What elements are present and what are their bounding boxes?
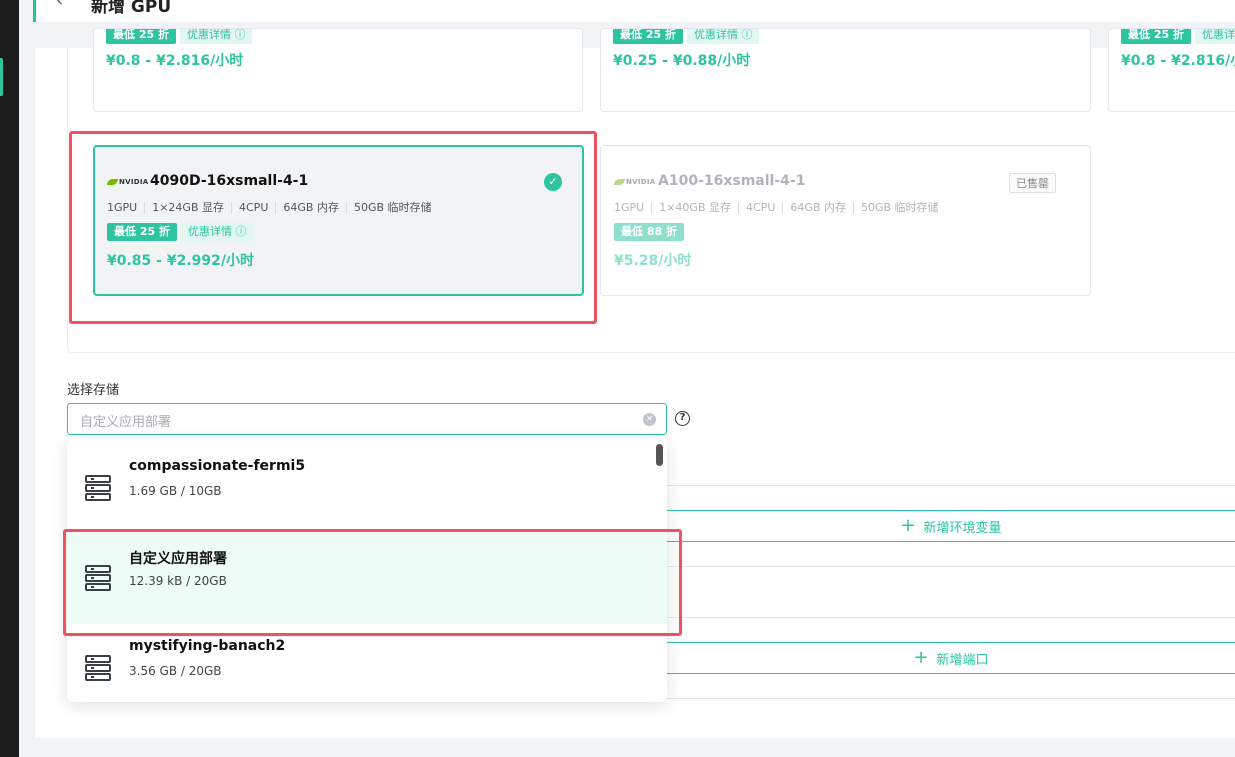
divider	[667, 566, 1235, 567]
storage-select-placeholder: 自定义应用部署	[80, 415, 172, 430]
gpu-price: ¥0.8 - ¥2.816/小时	[106, 53, 244, 69]
page-header: ‹ 新增 GPU	[33, 0, 1235, 22]
gpu-selection-panel: 最低 25 折 优惠详情 ⓘ ¥0.8 - ¥2.816/小时 最低 25 折 …	[67, 28, 1235, 353]
discount-detail-link[interactable]: 优惠详情 ⓘ	[180, 223, 254, 241]
gpu-specs: 1GPU 1×24GB 显存 4CPU 64GB 内存 50GB 临时存储	[107, 202, 439, 214]
storage-label: 选择存储	[67, 383, 120, 398]
gpu-card-a100[interactable]: NVIDIA A100-16xsmall-4-1 已售罄 1GPU 1×40GB…	[600, 145, 1091, 296]
discount-badge: 最低 25 折	[613, 29, 683, 44]
plus-icon: +	[900, 515, 916, 536]
discount-detail-link[interactable]: 优惠详情 ⓘ	[179, 29, 253, 44]
divider	[667, 698, 1235, 699]
gpu-name: 4090D-16xsmall-4-1	[150, 173, 309, 189]
discount-badge: 最低 88 折	[614, 223, 684, 241]
add-port-button[interactable]: + 新增端口	[667, 642, 1235, 674]
nvidia-logo: NVIDIA	[614, 178, 656, 186]
discount-detail-link[interactable]: 优惠详情 ⓘ	[686, 29, 760, 44]
gpu-price: ¥5.28/小时	[614, 253, 692, 269]
check-icon: ✓	[544, 173, 562, 191]
nvidia-logo: NVIDIA	[107, 178, 149, 186]
storage-option[interactable]: 自定义应用部署 12.39 kB / 20GB	[67, 534, 667, 624]
gpu-card-4090d[interactable]: NVIDIA 4090D-16xsmall-4-1 ✓ 1GPU 1×24GB …	[93, 145, 584, 296]
storage-option[interactable]: compassionate-fermi5 1.69 GB / 10GB	[67, 444, 667, 534]
storage-icon	[85, 655, 111, 681]
left-rail	[0, 0, 19, 757]
gpu-card[interactable]: 最低 25 折 优惠详情 ⓘ ¥0.8 - ¥2.816/小时	[93, 28, 583, 112]
gpu-price: ¥0.25 - ¥0.88/小时	[613, 53, 751, 69]
gpu-card[interactable]: 最低 25 折 优惠详情 ⓘ ¥0.8 - ¥2.816/小时	[1108, 28, 1235, 112]
rail-active-indicator	[0, 58, 3, 96]
plus-icon: +	[913, 647, 929, 668]
gpu-price: ¥0.8 - ¥2.816/小时	[1121, 53, 1235, 69]
discount-badge: 最低 25 折	[106, 29, 176, 44]
sold-out-tag: 已售罄	[1009, 173, 1056, 193]
gpu-specs: 1GPU 1×40GB 显存 4CPU 64GB 内存 50GB 临时存储	[614, 202, 946, 214]
clear-icon[interactable]: ×	[643, 413, 656, 426]
storage-icon	[85, 565, 111, 591]
help-icon[interactable]: ?	[675, 411, 690, 426]
gpu-name: A100-16xsmall-4-1	[658, 173, 806, 189]
storage-option[interactable]: mystifying-banach2 3.56 GB / 20GB	[67, 624, 667, 702]
discount-badge: 最低 25 折	[107, 223, 177, 241]
add-env-button[interactable]: + 新增环境变量	[667, 510, 1235, 542]
gpu-card[interactable]: 最低 25 折 优惠详情 ⓘ ¥0.25 - ¥0.88/小时	[600, 28, 1091, 112]
divider	[667, 485, 1235, 486]
storage-icon	[85, 475, 111, 501]
discount-badge: 最低 25 折	[1121, 29, 1191, 44]
gpu-price: ¥0.85 - ¥2.992/小时	[107, 253, 254, 269]
chevron-left-icon[interactable]: ‹	[56, 0, 63, 11]
divider	[667, 617, 1235, 618]
storage-dropdown: compassionate-fermi5 1.69 GB / 10GB 自定义应…	[67, 439, 667, 702]
discount-detail-link[interactable]: 优惠详情 ⓘ	[1194, 29, 1235, 44]
storage-select[interactable]: 自定义应用部署 ×	[67, 403, 667, 435]
page-title: 新增 GPU	[91, 0, 172, 17]
